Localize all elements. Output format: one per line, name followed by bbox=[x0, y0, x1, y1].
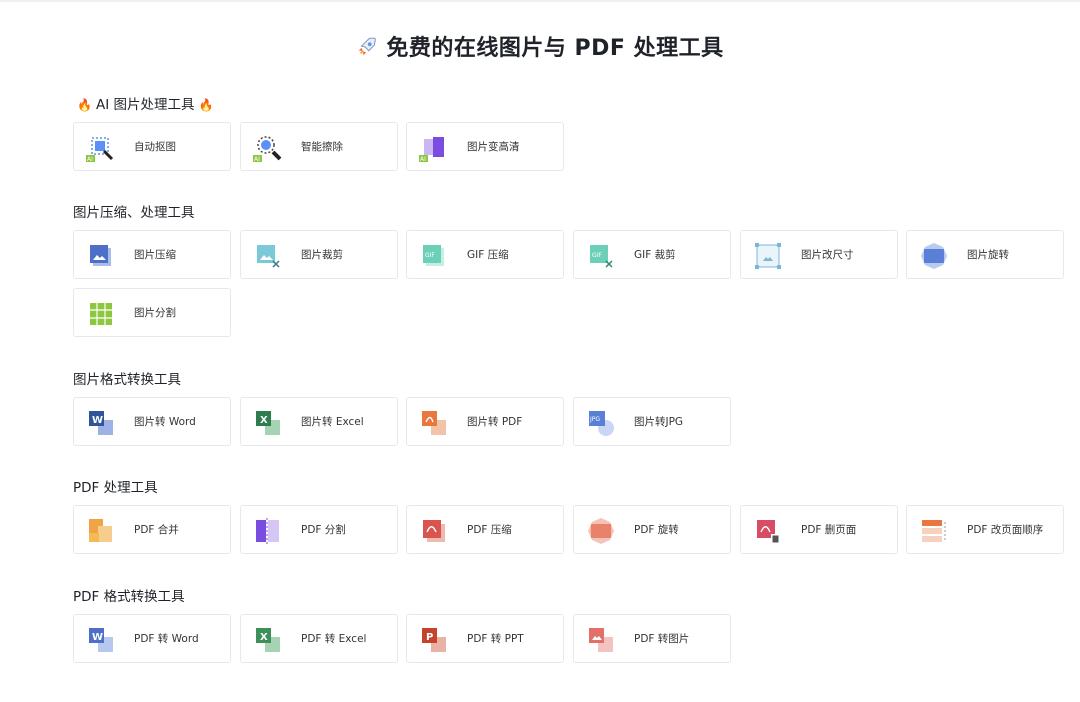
image-to-excel-icon: X bbox=[253, 408, 283, 438]
pdf-reorder-icon bbox=[919, 516, 949, 546]
tool-card-label: PDF 分割 bbox=[301, 524, 346, 536]
section-heading: 图片格式转换工具 bbox=[73, 368, 181, 388]
pdf-to-word-icon: W bbox=[86, 625, 116, 655]
gif-compress-icon: GIF bbox=[419, 241, 449, 271]
pdf-split-icon bbox=[253, 516, 283, 546]
section-heading: 图片压缩、处理工具 bbox=[73, 201, 195, 221]
tool-card-label: 图片旋转 bbox=[967, 249, 1009, 261]
tool-card[interactable]: GIF GIF 压缩 bbox=[406, 230, 564, 279]
section-heading-text: PDF 处理工具 bbox=[73, 480, 158, 496]
tool-card[interactable]: AI 图片变高清 bbox=[406, 122, 564, 171]
tool-card[interactable]: X PDF 转 Excel bbox=[240, 614, 398, 663]
tool-card[interactable]: 图片压缩 bbox=[73, 230, 231, 279]
tool-card-label: 图片转 Excel bbox=[301, 416, 364, 428]
section-heading-text: PDF 格式转换工具 bbox=[73, 589, 185, 605]
svg-text:X: X bbox=[260, 415, 268, 426]
tool-card[interactable]: 图片旋转 bbox=[906, 230, 1064, 279]
tool-card-label: PDF 旋转 bbox=[634, 524, 679, 536]
tool-card-label: PDF 改页面顺序 bbox=[967, 524, 1044, 536]
tool-card[interactable]: GIF GIF 裁剪 bbox=[573, 230, 731, 279]
tool-card-label: GIF 压缩 bbox=[467, 249, 509, 261]
tool-card[interactable]: PDF 压缩 bbox=[406, 505, 564, 554]
section-heading: 🔥 AI 图片处理工具 🔥 bbox=[73, 93, 217, 113]
tool-card[interactable]: PDF 删页面 bbox=[740, 505, 898, 554]
tool-card[interactable]: PDF 转图片 bbox=[573, 614, 731, 663]
tool-card[interactable]: JPG 图片转JPG bbox=[573, 397, 731, 446]
tool-card[interactable]: 图片改尺寸 bbox=[740, 230, 898, 279]
tool-card-label: PDF 转 PPT bbox=[467, 633, 524, 645]
tool-card-label: PDF 删页面 bbox=[801, 524, 857, 536]
tool-card-label: 图片改尺寸 bbox=[801, 249, 854, 261]
rocket-icon bbox=[356, 36, 378, 60]
tool-card-label: PDF 压缩 bbox=[467, 524, 512, 536]
section-heading-text: 图片压缩、处理工具 bbox=[73, 205, 195, 221]
section-heading: PDF 处理工具 bbox=[73, 476, 158, 496]
fire-icon: 🔥 bbox=[198, 98, 214, 112]
svg-text:P: P bbox=[426, 632, 433, 643]
tool-card[interactable]: PDF 合并 bbox=[73, 505, 231, 554]
svg-text:X: X bbox=[260, 632, 268, 643]
image-to-jpg-icon: JPG bbox=[586, 408, 616, 438]
page-title: 免费的在线图片与 PDF 处理工具 bbox=[0, 30, 1080, 62]
pdf-to-excel-icon: X bbox=[253, 625, 283, 655]
pdf-delete-pages-icon bbox=[753, 516, 783, 546]
tool-card[interactable]: X 图片转 Excel bbox=[240, 397, 398, 446]
tool-card[interactable]: 图片分割 bbox=[73, 288, 231, 337]
tool-card-label: 智能擦除 bbox=[301, 141, 343, 153]
pdf-merge-icon bbox=[86, 516, 116, 546]
image-rotate-icon bbox=[919, 241, 949, 271]
tool-card[interactable]: PDF 改页面顺序 bbox=[906, 505, 1064, 554]
page-title-text: 免费的在线图片与 PDF 处理工具 bbox=[386, 36, 724, 61]
svg-text:AI: AI bbox=[87, 156, 93, 163]
svg-text:AI: AI bbox=[420, 156, 426, 163]
tool-card[interactable]: 图片裁剪 bbox=[240, 230, 398, 279]
image-to-pdf-icon bbox=[419, 408, 449, 438]
ai-enhance-icon: AI bbox=[419, 133, 449, 163]
tool-card[interactable]: AI 自动抠图 bbox=[73, 122, 231, 171]
top-divider bbox=[0, 0, 1080, 2]
gif-crop-icon: GIF bbox=[586, 241, 616, 271]
tool-card-label: PDF 合并 bbox=[134, 524, 179, 536]
tool-card[interactable]: PDF 旋转 bbox=[573, 505, 731, 554]
tool-card-label: GIF 裁剪 bbox=[634, 249, 676, 261]
image-to-word-icon: W bbox=[86, 408, 116, 438]
tool-card-label: 图片转 PDF bbox=[467, 416, 523, 428]
tool-card-label: 图片分割 bbox=[134, 307, 176, 319]
tool-card-label: 图片变高清 bbox=[467, 141, 520, 153]
tool-card-label: 图片裁剪 bbox=[301, 249, 343, 261]
svg-text:W: W bbox=[92, 632, 103, 643]
ai-cutout-icon: AI bbox=[86, 133, 116, 163]
section-heading-text: AI 图片处理工具 bbox=[95, 97, 195, 113]
section-heading-text: 图片格式转换工具 bbox=[73, 372, 181, 388]
svg-text:AI: AI bbox=[254, 156, 260, 163]
tool-card-label: 自动抠图 bbox=[134, 141, 176, 153]
svg-text:GIF: GIF bbox=[425, 252, 435, 259]
tool-card[interactable]: 图片转 PDF bbox=[406, 397, 564, 446]
tool-card-label: 图片压缩 bbox=[134, 249, 176, 261]
pdf-to-image-icon bbox=[586, 625, 616, 655]
tool-card[interactable]: W 图片转 Word bbox=[73, 397, 231, 446]
tool-card-label: 图片转 Word bbox=[134, 416, 196, 428]
svg-text:W: W bbox=[92, 415, 103, 426]
svg-text:JPG: JPG bbox=[589, 416, 600, 423]
tool-card[interactable]: PDF 分割 bbox=[240, 505, 398, 554]
fire-icon: 🔥 bbox=[77, 98, 92, 112]
pdf-rotate-icon bbox=[586, 516, 616, 546]
image-crop-icon bbox=[253, 241, 283, 271]
tool-card-label: PDF 转 Excel bbox=[301, 633, 367, 645]
tool-card-label: PDF 转图片 bbox=[634, 633, 690, 645]
image-compress-icon bbox=[86, 241, 116, 271]
ai-erase-icon: AI bbox=[253, 133, 283, 163]
tool-card[interactable]: AI 智能擦除 bbox=[240, 122, 398, 171]
svg-text:GIF: GIF bbox=[592, 252, 602, 259]
tool-card[interactable]: W PDF 转 Word bbox=[73, 614, 231, 663]
image-split-icon bbox=[86, 299, 116, 329]
section-heading: PDF 格式转换工具 bbox=[73, 585, 185, 605]
tool-card[interactable]: P PDF 转 PPT bbox=[406, 614, 564, 663]
tool-card-label: 图片转JPG bbox=[634, 416, 684, 428]
pdf-compress-icon bbox=[419, 516, 449, 546]
pdf-to-ppt-icon: P bbox=[419, 625, 449, 655]
tool-card-label: PDF 转 Word bbox=[134, 633, 199, 645]
image-resize-icon bbox=[753, 241, 783, 271]
